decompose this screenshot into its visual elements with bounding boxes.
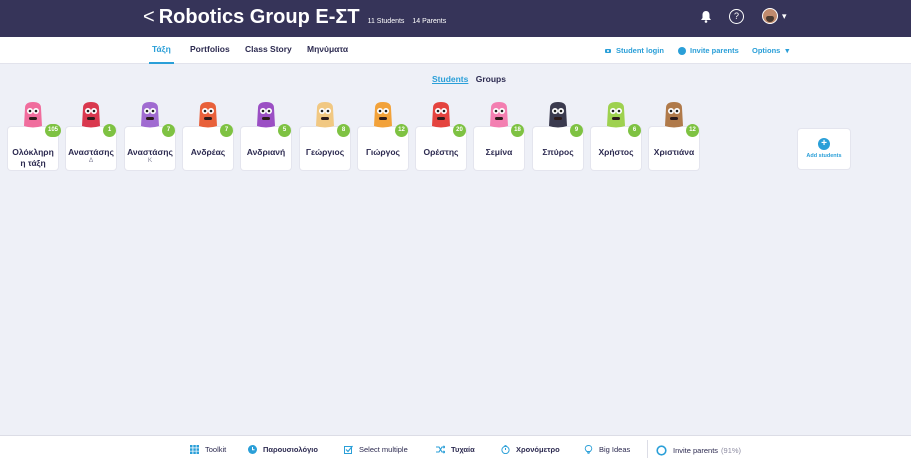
shuffle-icon	[436, 445, 445, 454]
monster-avatar-icon[interactable]	[20, 100, 46, 130]
top-header: < Robotics Group Ε-ΣΤ 11 Students 14 Par…	[0, 0, 911, 37]
points-badge: 20	[453, 124, 466, 137]
tab-portfolios[interactable]: Portfolios	[190, 44, 230, 54]
student-name: Αναστάσης	[68, 147, 114, 157]
groups-view-toggle[interactable]: Groups	[476, 74, 506, 84]
student-login-icon	[605, 48, 611, 53]
monster-avatar-icon[interactable]	[195, 100, 221, 130]
big-ideas-label: Big Ideas	[599, 445, 631, 454]
invite-parents-icon	[678, 46, 686, 55]
add-students-label: Add students	[806, 153, 842, 159]
toolkit-button[interactable]: Toolkit	[190, 445, 226, 454]
class-title[interactable]: Robotics Group Ε-ΣΤ	[159, 6, 360, 29]
student-login-link[interactable]: Student login	[604, 46, 664, 55]
class-meta: 11 Students 14 Parents	[368, 18, 453, 25]
tab-class-story[interactable]: Class Story	[245, 44, 292, 54]
parents-count: 14 Parents	[412, 18, 447, 25]
select-multiple-label: Select multiple	[359, 445, 408, 454]
grid-icon	[190, 445, 199, 454]
student-name: Ανδρέας	[190, 147, 226, 157]
invite-parents-link[interactable]: Invite parents	[678, 46, 739, 55]
student-name: Σεμίνα	[485, 147, 513, 157]
points-badge: 8	[337, 124, 350, 137]
points-badge: 7	[220, 124, 233, 137]
student-name: Χρήστος	[598, 147, 634, 157]
invite-parents-label: Invite parents	[690, 46, 739, 55]
options-label: Options	[752, 46, 781, 55]
monster-avatar-icon[interactable]	[78, 100, 104, 130]
student-name: Ορέστης	[423, 147, 459, 157]
avatar[interactable]	[762, 8, 778, 24]
tab-messages[interactable]: Μηνύματα	[307, 44, 348, 54]
lightbulb-icon	[584, 445, 593, 454]
points-badge: 6	[628, 124, 641, 137]
student-login-label: Student login	[616, 46, 664, 55]
big-ideas-button[interactable]: Big Ideas	[584, 445, 630, 454]
points-badge: 7	[162, 124, 175, 137]
bell-icon[interactable]	[700, 10, 712, 23]
back-arrow-icon[interactable]: <	[143, 6, 155, 29]
header-actions: ? ▾	[700, 8, 787, 24]
student-surname-initial: Κ	[147, 157, 153, 164]
class-title-group: < Robotics Group Ε-ΣΤ 11 Students 14 Par…	[143, 6, 452, 29]
chevron-down-icon: ▾	[785, 46, 790, 55]
timer-label: Χρονόμετρο	[516, 445, 560, 454]
clock-icon	[248, 445, 257, 454]
monster-avatar-icon[interactable]	[545, 100, 571, 130]
points-badge: 9	[570, 124, 583, 137]
student-name: Γεώργιος	[305, 147, 345, 157]
points-badge: 1	[103, 124, 116, 137]
toolbar-divider	[647, 440, 648, 458]
points-badge: 105	[45, 124, 61, 137]
invite-parents-progress-button[interactable]: Invite parents (91%)	[656, 445, 741, 456]
attendance-button[interactable]: Παρουσιολόγιο	[248, 445, 318, 454]
points-badge: 18	[511, 124, 524, 137]
monster-avatar-icon[interactable]	[253, 100, 279, 130]
progress-ring-icon	[656, 445, 667, 456]
student-name: Ανδριανή	[246, 147, 286, 157]
student-name-line2: η τάξη	[20, 158, 46, 168]
random-label: Τυχαία	[451, 445, 475, 454]
student-surname-initial: Δ	[88, 157, 94, 164]
student-name: Αναστάσης	[127, 147, 173, 157]
monster-avatar-icon[interactable]	[603, 100, 629, 130]
monster-avatar-icon[interactable]	[486, 100, 512, 130]
checkbox-icon	[344, 445, 353, 454]
student-name: Χριστιάνα	[653, 147, 695, 157]
add-students-button[interactable]: + Add students	[798, 129, 850, 169]
attendance-label: Παρουσιολόγιο	[263, 445, 318, 454]
points-badge: 12	[395, 124, 408, 137]
plus-icon: +	[818, 138, 830, 150]
view-toggle: Students Groups	[432, 74, 506, 84]
stopwatch-icon	[501, 445, 510, 454]
invite-parents-bottom-label: Invite parents	[673, 446, 719, 455]
invite-parents-percent: (91%)	[721, 446, 742, 455]
toolkit-label: Toolkit	[205, 445, 227, 454]
help-icon[interactable]: ?	[729, 8, 744, 24]
chevron-down-icon[interactable]: ▾	[782, 11, 787, 22]
monster-avatar-icon[interactable]	[137, 100, 163, 130]
bottom-toolbar: Toolkit Παρουσιολόγιο Select multiple Τυ…	[0, 435, 911, 462]
tab-bar: Τάξη Portfolios Class Story Μηνύματα Stu…	[0, 37, 911, 64]
monster-avatar-icon[interactable]	[661, 100, 687, 130]
students-view-toggle[interactable]: Students	[432, 74, 468, 84]
select-multiple-button[interactable]: Select multiple	[344, 445, 408, 454]
student-name: Ολόκληρη η τάξη	[12, 147, 54, 168]
timer-button[interactable]: Χρονόμετρο	[501, 445, 560, 454]
monster-avatar-icon[interactable]	[428, 100, 454, 130]
student-name: Γιώργος	[366, 147, 400, 157]
points-badge: 5	[278, 124, 291, 137]
monster-avatar-icon[interactable]	[370, 100, 396, 130]
student-name: Σπύρος	[542, 147, 574, 157]
tab-class[interactable]: Τάξη	[149, 44, 174, 64]
options-menu[interactable]: Options ▾	[752, 46, 789, 55]
account-menu[interactable]: ▾	[762, 8, 787, 24]
points-badge: 12	[686, 124, 699, 137]
random-button[interactable]: Τυχαία	[436, 445, 475, 454]
monster-avatar-icon[interactable]	[312, 100, 338, 130]
students-count: 11 Students	[367, 18, 405, 25]
